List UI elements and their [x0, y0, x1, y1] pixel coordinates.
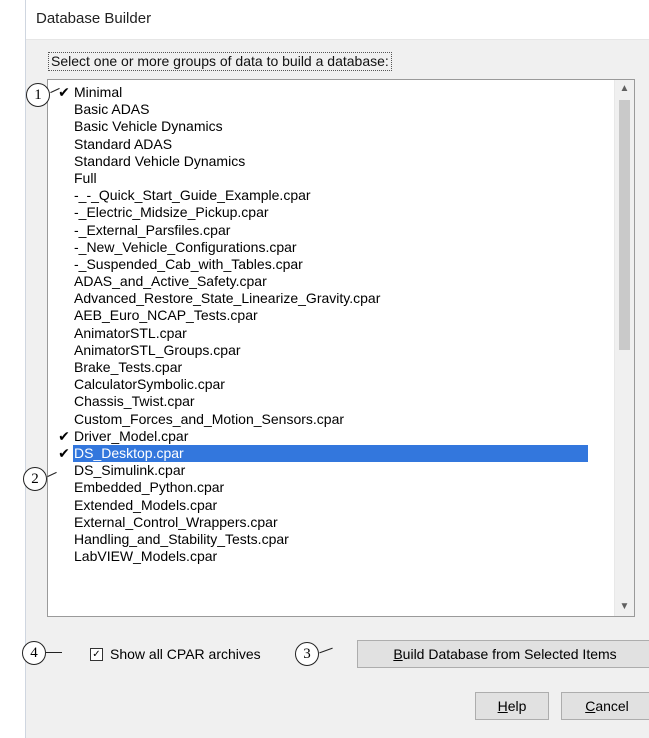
list-item-label: Basic Vehicle Dynamics: [74, 118, 223, 135]
list-item-label: Driver_Model.cpar: [74, 427, 189, 444]
list-item[interactable]: AEB_Euro_NCAP_Tests.cpar: [48, 307, 616, 324]
list-item[interactable]: -_Electric_Midsize_Pickup.cpar: [48, 204, 616, 221]
list-item[interactable]: Chassis_Twist.cpar: [48, 393, 616, 410]
list-item[interactable]: ✔ Minimal: [48, 84, 616, 101]
list-item-label: AnimatorSTL_Groups.cpar: [74, 341, 241, 358]
scrollbar-thumb[interactable]: [619, 100, 630, 350]
list-item-label: Handling_and_Stability_Tests.cpar: [74, 530, 289, 547]
list-item-label: -_Electric_Midsize_Pickup.cpar: [74, 204, 269, 221]
cancel-label-rest: ancel: [595, 698, 629, 714]
build-label-rest: uild Database from Selected Items: [402, 646, 617, 662]
callout-4: 4: [22, 641, 46, 665]
list-item[interactable]: ✔ DS_Desktop.cpar: [48, 444, 616, 463]
list-item[interactable]: Handling_and_Stability_Tests.cpar: [48, 531, 616, 548]
title-bar: Database Builder: [26, 0, 649, 40]
list-item-label: -_Suspended_Cab_with_Tables.cpar: [74, 255, 303, 272]
cancel-button[interactable]: Cancel: [561, 692, 649, 720]
list-item-label: Extended_Models.cpar: [74, 496, 218, 513]
check-icon: ✔: [58, 427, 70, 444]
list-item-label: -_External_Parsfiles.cpar: [74, 221, 231, 238]
list-item[interactable]: -_-_Quick_Start_Guide_Example.cpar: [48, 187, 616, 204]
list-item[interactable]: -_New_Vehicle_Configurations.cpar: [48, 239, 616, 256]
help-mnemonic: H: [497, 698, 508, 714]
list-item[interactable]: Embedded_Python.cpar: [48, 479, 616, 496]
list-item-label: Standard Vehicle Dynamics: [74, 152, 246, 169]
list-item-label: Custom_Forces_and_Motion_Sensors.cpar: [74, 410, 345, 427]
list-item[interactable]: Basic ADAS: [48, 101, 616, 118]
list-item-label: AnimatorSTL.cpar: [74, 324, 187, 341]
list-item-label: Embedded_Python.cpar: [74, 479, 225, 496]
build-mnemonic: B: [393, 646, 403, 662]
list-item[interactable]: -_External_Parsfiles.cpar: [48, 222, 616, 239]
list-item-label: LabVIEW_Models.cpar: [74, 548, 218, 565]
window-title: Database Builder: [36, 10, 152, 27]
build-database-button[interactable]: Build Database from Selected Items: [357, 640, 649, 668]
list-item[interactable]: Brake_Tests.cpar: [48, 359, 616, 376]
list-item-label: DS_Simulink.cpar: [74, 462, 186, 479]
help-button[interactable]: Help: [475, 692, 549, 720]
list-item[interactable]: Advanced_Restore_State_Linearize_Gravity…: [48, 290, 616, 307]
list-item[interactable]: ADAS_and_Active_Safety.cpar: [48, 273, 616, 290]
list-item[interactable]: External_Control_Wrappers.cpar: [48, 514, 616, 531]
list-item-label: Chassis_Twist.cpar: [74, 393, 195, 410]
list-item[interactable]: Extended_Models.cpar: [48, 497, 616, 514]
list-item[interactable]: Full: [48, 170, 616, 187]
data-groups-listbox[interactable]: ✔ Minimal Basic ADAS Basic Vehicle Dynamics…: [47, 79, 635, 617]
list-item-label: Standard ADAS: [74, 135, 173, 152]
list-item-label: Full: [74, 169, 97, 186]
callout-1: 1: [26, 83, 50, 107]
list-item-label: AEB_Euro_NCAP_Tests.cpar: [74, 307, 258, 324]
list-item[interactable]: CalculatorSymbolic.cpar: [48, 376, 616, 393]
list-item[interactable]: Basic Vehicle Dynamics: [48, 118, 616, 135]
callout-3: 3: [295, 642, 319, 666]
database-builder-window: Database Builder Select one or more grou…: [25, 0, 649, 738]
show-all-cpar-checkbox[interactable]: ✓: [90, 647, 103, 661]
instruction-label: Select one or more groups of data to bui…: [48, 52, 392, 71]
list-item-label: Basic ADAS: [74, 101, 150, 118]
cancel-mnemonic: C: [585, 698, 596, 714]
list-item-label: Minimal: [74, 84, 123, 100]
show-all-cpar-label: Show all CPAR archives: [110, 646, 261, 662]
list-item-label: -_New_Vehicle_Configurations.cpar: [74, 238, 297, 255]
list-item-label: CalculatorSymbolic.cpar: [74, 376, 225, 393]
list-item-label: DS_Desktop.cpar: [73, 444, 588, 463]
list-item[interactable]: DS_Simulink.cpar: [48, 462, 616, 479]
list-item[interactable]: Standard ADAS: [48, 136, 616, 153]
list-item[interactable]: Custom_Forces_and_Motion_Sensors.cpar: [48, 411, 616, 428]
list-item-label: -_-_Quick_Start_Guide_Example.cpar: [74, 187, 311, 204]
list-item[interactable]: AnimatorSTL.cpar: [48, 325, 616, 342]
list-item[interactable]: LabVIEW_Models.cpar: [48, 548, 616, 565]
list-item[interactable]: Standard Vehicle Dynamics: [48, 153, 616, 170]
data-groups-list: ✔ Minimal Basic ADAS Basic Vehicle Dynamics…: [48, 84, 616, 565]
chevron-down-icon[interactable]: ▼: [615, 598, 634, 616]
callout-4-leader: [46, 652, 62, 653]
list-item-label: Advanced_Restore_State_Linearize_Gravity…: [74, 290, 381, 307]
vertical-scrollbar[interactable]: ▲ ▼: [614, 80, 634, 616]
list-item-label: External_Control_Wrappers.cpar: [74, 513, 278, 530]
chevron-up-icon[interactable]: ▲: [615, 80, 634, 98]
list-item[interactable]: -_Suspended_Cab_with_Tables.cpar: [48, 256, 616, 273]
help-label-rest: elp: [507, 698, 527, 714]
list-item[interactable]: ✔ Driver_Model.cpar: [48, 428, 616, 445]
list-item-label: ADAS_and_Active_Safety.cpar: [74, 273, 267, 290]
check-icon: ✔: [58, 444, 70, 461]
list-item[interactable]: AnimatorSTL_Groups.cpar: [48, 342, 616, 359]
callout-2: 2: [23, 467, 47, 491]
show-all-cpar-option[interactable]: ✓ Show all CPAR archives: [90, 644, 261, 664]
list-item-label: Brake_Tests.cpar: [74, 359, 183, 375]
